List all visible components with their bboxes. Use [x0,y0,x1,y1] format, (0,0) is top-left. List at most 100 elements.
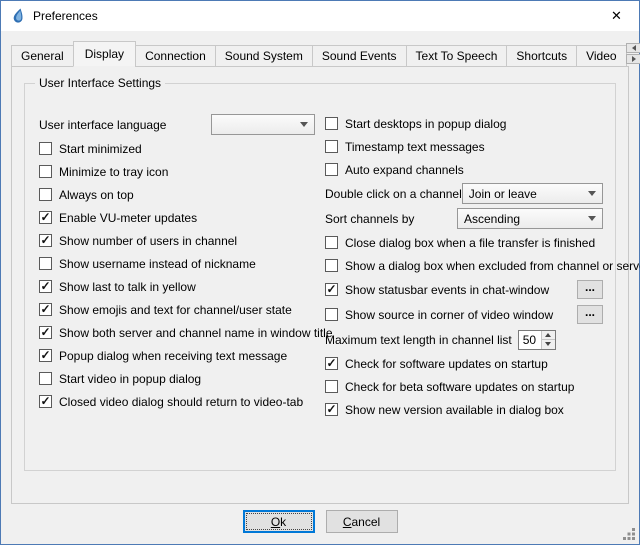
checkbox-box[interactable] [39,257,52,270]
checkbox-emojis-and-text[interactable]: ✓ Show emojis and text for channel/user … [39,298,315,321]
checkbox-box[interactable]: ✓ [39,326,52,339]
checkbox-label: Popup dialog when receiving text message [59,349,287,363]
cancel-button[interactable]: Cancel [326,510,398,533]
checkbox-box[interactable]: ✓ [39,303,52,316]
tab-scroll-left-button[interactable] [626,43,640,53]
checkbox-label: Close dialog box when a file transfer is… [345,236,595,250]
tab-connection[interactable]: Connection [135,45,216,67]
tab-label: Text To Speech [416,49,498,63]
tab-scroll-right-button[interactable] [626,54,640,64]
checkmark-icon: ✓ [326,283,336,295]
checkbox-minimize-to-tray[interactable]: Minimize to tray icon [39,160,315,183]
checkbox-start-minimized[interactable]: Start minimized [39,137,315,160]
checkbox-label: Closed video dialog should return to vid… [59,395,303,409]
checkbox-server-channel-in-title[interactable]: ✓ Show both server and channel name in w… [39,321,315,344]
checkbox-label: Start minimized [59,142,142,156]
checkbox-label: Show statusbar events in chat-window [345,283,549,297]
checkbox-new-version-dialog[interactable]: ✓ Show new version available in dialog b… [325,398,603,421]
checkbox-label: Start video in popup dialog [59,372,201,386]
tab-label: Display [85,47,124,61]
checkbox-box[interactable] [325,117,338,130]
checkbox-box[interactable]: ✓ [39,211,52,224]
statusbar-events-options-button[interactable]: ... [577,280,603,299]
checkbox-check-updates[interactable]: ✓ Check for software updates on startup [325,352,603,375]
resize-grip[interactable] [623,528,635,540]
tab-video[interactable]: Video [576,45,626,67]
tab-label: Sound Events [322,49,397,63]
language-combobox[interactable] [211,114,315,135]
checkbox-box[interactable] [325,236,338,249]
close-button[interactable]: ✕ [594,1,639,31]
checkbox-closed-video-return-tab[interactable]: ✓ Closed video dialog should return to v… [39,390,315,413]
checkbox-always-on-top[interactable]: Always on top [39,183,315,206]
checkbox-box[interactable] [325,259,338,272]
checkbox-check-beta-updates[interactable]: Check for beta software updates on start… [325,375,603,398]
tab-display[interactable]: Display [73,41,136,67]
checkmark-icon: ✓ [40,326,50,338]
checkbox-box[interactable] [39,372,52,385]
checkbox-box[interactable] [325,308,338,321]
checkbox-box[interactable]: ✓ [39,234,52,247]
checkbox-box[interactable] [39,165,52,178]
checkbox-label: Enable VU-meter updates [59,211,197,225]
tab-general[interactable]: General [11,45,74,67]
spin-down-button[interactable] [542,340,555,349]
double-click-row: Double click on a channel Join or leave [325,181,603,206]
checkbox-username-instead-nickname[interactable]: Show username instead of nickname [39,252,315,275]
checkbox-timestamp-messages[interactable]: Timestamp text messages [325,135,603,158]
checkbox-box[interactable]: ✓ [39,280,52,293]
checkbox-label: Show number of users in channel [59,234,237,248]
checkbox-video-popup-dialog[interactable]: Start video in popup dialog [39,367,315,390]
checkbox-close-on-transfer-finished[interactable]: Close dialog box when a file transfer is… [325,231,603,254]
arrow-right-icon [632,56,636,62]
ok-button[interactable]: Ok [243,510,315,533]
close-icon: ✕ [611,8,622,24]
checkmark-icon: ✓ [40,280,50,292]
checkbox-label: Show last to talk in yellow [59,280,196,294]
checkbox-box[interactable] [325,140,338,153]
checkbox-box[interactable]: ✓ [39,349,52,362]
checkbox-label: Timestamp text messages [345,140,485,154]
checkbox-box[interactable]: ✓ [39,395,52,408]
checkbox-label: Check for beta software updates on start… [345,380,574,394]
checkbox-show-user-count[interactable]: ✓ Show number of users in channel [39,229,315,252]
ellipsis-label: ... [585,306,595,318]
max-text-length-value: 50 [519,331,541,349]
sort-channels-combobox[interactable]: Ascending [457,208,603,229]
tab-label: Video [586,49,616,63]
window-title: Preferences [33,9,98,23]
checkbox-box[interactable]: ✓ [325,357,338,370]
checkbox-auto-expand-channels[interactable]: Auto expand channels [325,158,603,181]
checkbox-dialog-when-excluded[interactable]: Show a dialog box when excluded from cha… [325,254,603,277]
tab-shortcuts[interactable]: Shortcuts [506,45,577,67]
checkmark-icon: ✓ [326,403,336,415]
tab-sound-system[interactable]: Sound System [215,45,313,67]
checkbox-box[interactable] [325,163,338,176]
checkbox-label: Show username instead of nickname [59,257,256,271]
tab-scroller [626,43,640,64]
tab-text-to-speech[interactable]: Text To Speech [406,45,508,67]
checkbox-box[interactable]: ✓ [325,403,338,416]
max-text-length-spinner[interactable]: 50 [518,330,556,350]
statusbar-events-row: ✓ Show statusbar events in chat-window .… [325,277,603,302]
checkbox-box[interactable] [325,380,338,393]
double-click-combobox[interactable]: Join or leave [462,183,603,204]
checkbox-box[interactable] [39,142,52,155]
sort-channels-value: Ascending [464,212,582,226]
video-source-corner-row: Show source in corner of video window ..… [325,302,603,327]
checkbox-box[interactable]: ✓ [325,283,338,296]
checkbox-box[interactable] [39,188,52,201]
checkmark-icon: ✓ [40,395,50,407]
right-column: Start desktops in popup dialog Timestamp… [325,112,603,421]
video-source-options-button[interactable]: ... [577,305,603,324]
tab-sound-events[interactable]: Sound Events [312,45,407,67]
tab-label: Connection [145,49,206,63]
tab-label: General [21,49,64,63]
checkbox-popup-on-text-message[interactable]: ✓ Popup dialog when receiving text messa… [39,344,315,367]
spin-up-button[interactable] [542,331,555,341]
checkbox-desktops-popup[interactable]: Start desktops in popup dialog [325,112,603,135]
checkbox-vu-meter-updates[interactable]: ✓ Enable VU-meter updates [39,206,315,229]
tab-label: Shortcuts [516,49,567,63]
checkbox-last-to-talk-yellow[interactable]: ✓ Show last to talk in yellow [39,275,315,298]
double-click-label: Double click on a channel [325,187,462,201]
